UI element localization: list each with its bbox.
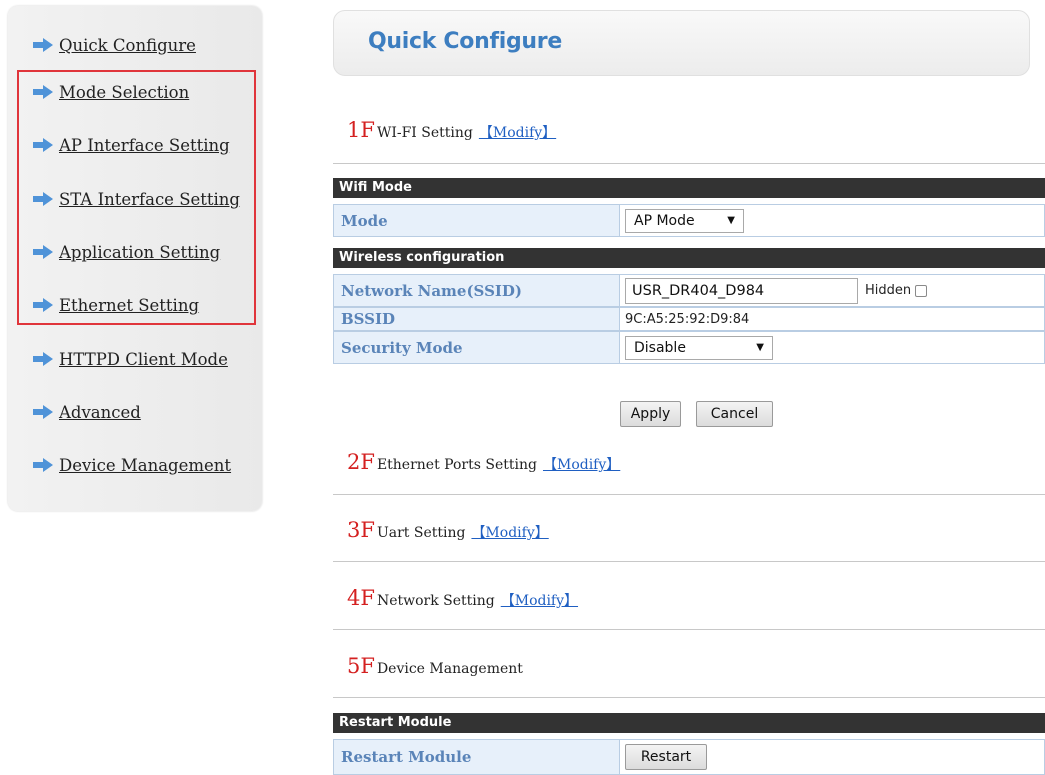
dropdown-caret-icon: ▼ [727, 215, 735, 226]
section-device-management: 5F Device Management [347, 654, 523, 678]
ssid-input[interactable]: USR_DR404_D984 [625, 277, 858, 304]
table-row: Mode AP Mode ▼ [333, 204, 1045, 237]
sidebar-item-label: Advanced [59, 402, 141, 422]
floor-number: 4F [347, 586, 375, 610]
modify-link[interactable]: 【Modify】 [471, 522, 548, 542]
floor-number: 1F [347, 118, 375, 142]
section-title: Ethernet Ports Setting [376, 457, 537, 473]
sidebar-item-httpd-client[interactable]: HTTPD Client Mode [32, 347, 228, 371]
divider [333, 494, 1045, 495]
dropdown-caret-icon: ▼ [756, 342, 764, 353]
floor-number: 2F [347, 450, 375, 474]
bssid-value: 9C:A5:25:92:D9:84 [620, 307, 1045, 331]
sidebar-item-mode-selection[interactable]: Mode Selection [32, 80, 189, 104]
section-uart-setting: 3F Uart Setting 【Modify】 [347, 518, 549, 542]
floor-number: 5F [347, 654, 375, 678]
sidebar-item-label: AP Interface Setting [59, 135, 230, 155]
page-title: Quick Configure [368, 29, 562, 54]
section-title: Device Management [376, 661, 523, 677]
sidebar-item-ethernet[interactable]: Ethernet Setting [32, 293, 199, 317]
security-mode-value: Disable [634, 339, 686, 356]
table-row: Security Mode Disable ▼ [333, 331, 1045, 364]
bssid-label: BSSID [333, 307, 620, 331]
table-section-header: Wifi Mode [333, 178, 1045, 198]
ssid-label: Network Name(SSID) [333, 274, 620, 307]
section-network-setting: 4F Network Setting 【Modify】 [347, 586, 578, 610]
security-mode-label: Security Mode [333, 331, 620, 364]
arrow-right-icon [33, 352, 53, 366]
section-ethernet-ports: 2F Ethernet Ports Setting 【Modify】 [347, 450, 620, 474]
arrow-right-icon [33, 298, 53, 312]
sidebar-item-label: Application Setting [59, 242, 221, 262]
section-title: Network Setting [376, 593, 495, 609]
restart-module-label: Restart Module [333, 739, 620, 775]
sidebar-item-advanced[interactable]: Advanced [32, 400, 141, 424]
divider [333, 629, 1045, 630]
arrow-right-icon [33, 138, 53, 152]
hidden-checkbox[interactable] [915, 284, 928, 297]
security-mode-cell: Disable ▼ [620, 331, 1045, 364]
divider [333, 561, 1045, 562]
apply-button[interactable]: Apply [620, 401, 681, 427]
mode-select[interactable]: AP Mode ▼ [625, 208, 744, 233]
arrow-right-icon [33, 85, 53, 99]
arrow-right-icon [33, 245, 53, 259]
sidebar-item-label: HTTPD Client Mode [59, 349, 228, 369]
modify-link[interactable]: 【Modify】 [543, 454, 620, 474]
table-section-header: Restart Module [333, 713, 1045, 733]
sidebar-item-ap-interface[interactable]: AP Interface Setting [32, 133, 230, 157]
ssid-cell: USR_DR404_D984 Hidden [620, 274, 1045, 307]
restart-button[interactable]: Restart [625, 744, 707, 770]
arrow-right-icon [33, 38, 53, 52]
cancel-button[interactable]: Cancel [696, 401, 773, 427]
restart-cell: Restart [620, 739, 1045, 775]
sidebar-item-device-management[interactable]: Device Management [32, 453, 231, 477]
sidebar-item-label: Device Management [59, 455, 232, 475]
sidebar-item-label: STA Interface Setting [59, 189, 240, 209]
section-title: Uart Setting [376, 525, 466, 541]
sidebar-item-label: Ethernet Setting [59, 295, 200, 315]
table-section-header: Wireless configuration [333, 248, 1045, 268]
divider [333, 163, 1045, 164]
sidebar-item-label: Quick Configure [59, 35, 196, 55]
sidebar-item-quick-configure[interactable]: Quick Configure [32, 33, 196, 57]
mode-select-value: AP Mode [634, 212, 695, 229]
arrow-right-icon [33, 192, 53, 206]
divider [333, 697, 1045, 698]
mode-cell: AP Mode ▼ [620, 204, 1045, 237]
security-mode-select[interactable]: Disable ▼ [625, 335, 773, 360]
hidden-label: Hidden [865, 283, 912, 298]
section-wifi-setting: 1F WI-FI Setting 【Modify】 [347, 118, 556, 142]
page-header: Quick Configure [333, 10, 1030, 76]
arrow-right-icon [33, 405, 53, 419]
section-title: WI-FI Setting [376, 125, 473, 141]
table-row: BSSID 9C:A5:25:92:D9:84 [333, 307, 1045, 331]
arrow-right-icon [33, 458, 53, 472]
modify-link[interactable]: 【Modify】 [479, 122, 556, 142]
sidebar-item-application[interactable]: Application Setting [32, 240, 220, 264]
floor-number: 3F [347, 518, 375, 542]
sidebar-item-label: Mode Selection [59, 82, 190, 102]
mode-label: Mode [333, 204, 620, 237]
sidebar-item-sta-interface[interactable]: STA Interface Setting [32, 187, 240, 211]
table-row: Restart Module Restart [333, 739, 1045, 775]
ssid-value: USR_DR404_D984 [632, 282, 765, 299]
modify-link[interactable]: 【Modify】 [501, 590, 578, 610]
table-row: Network Name(SSID) USR_DR404_D984 Hidden [333, 274, 1045, 307]
